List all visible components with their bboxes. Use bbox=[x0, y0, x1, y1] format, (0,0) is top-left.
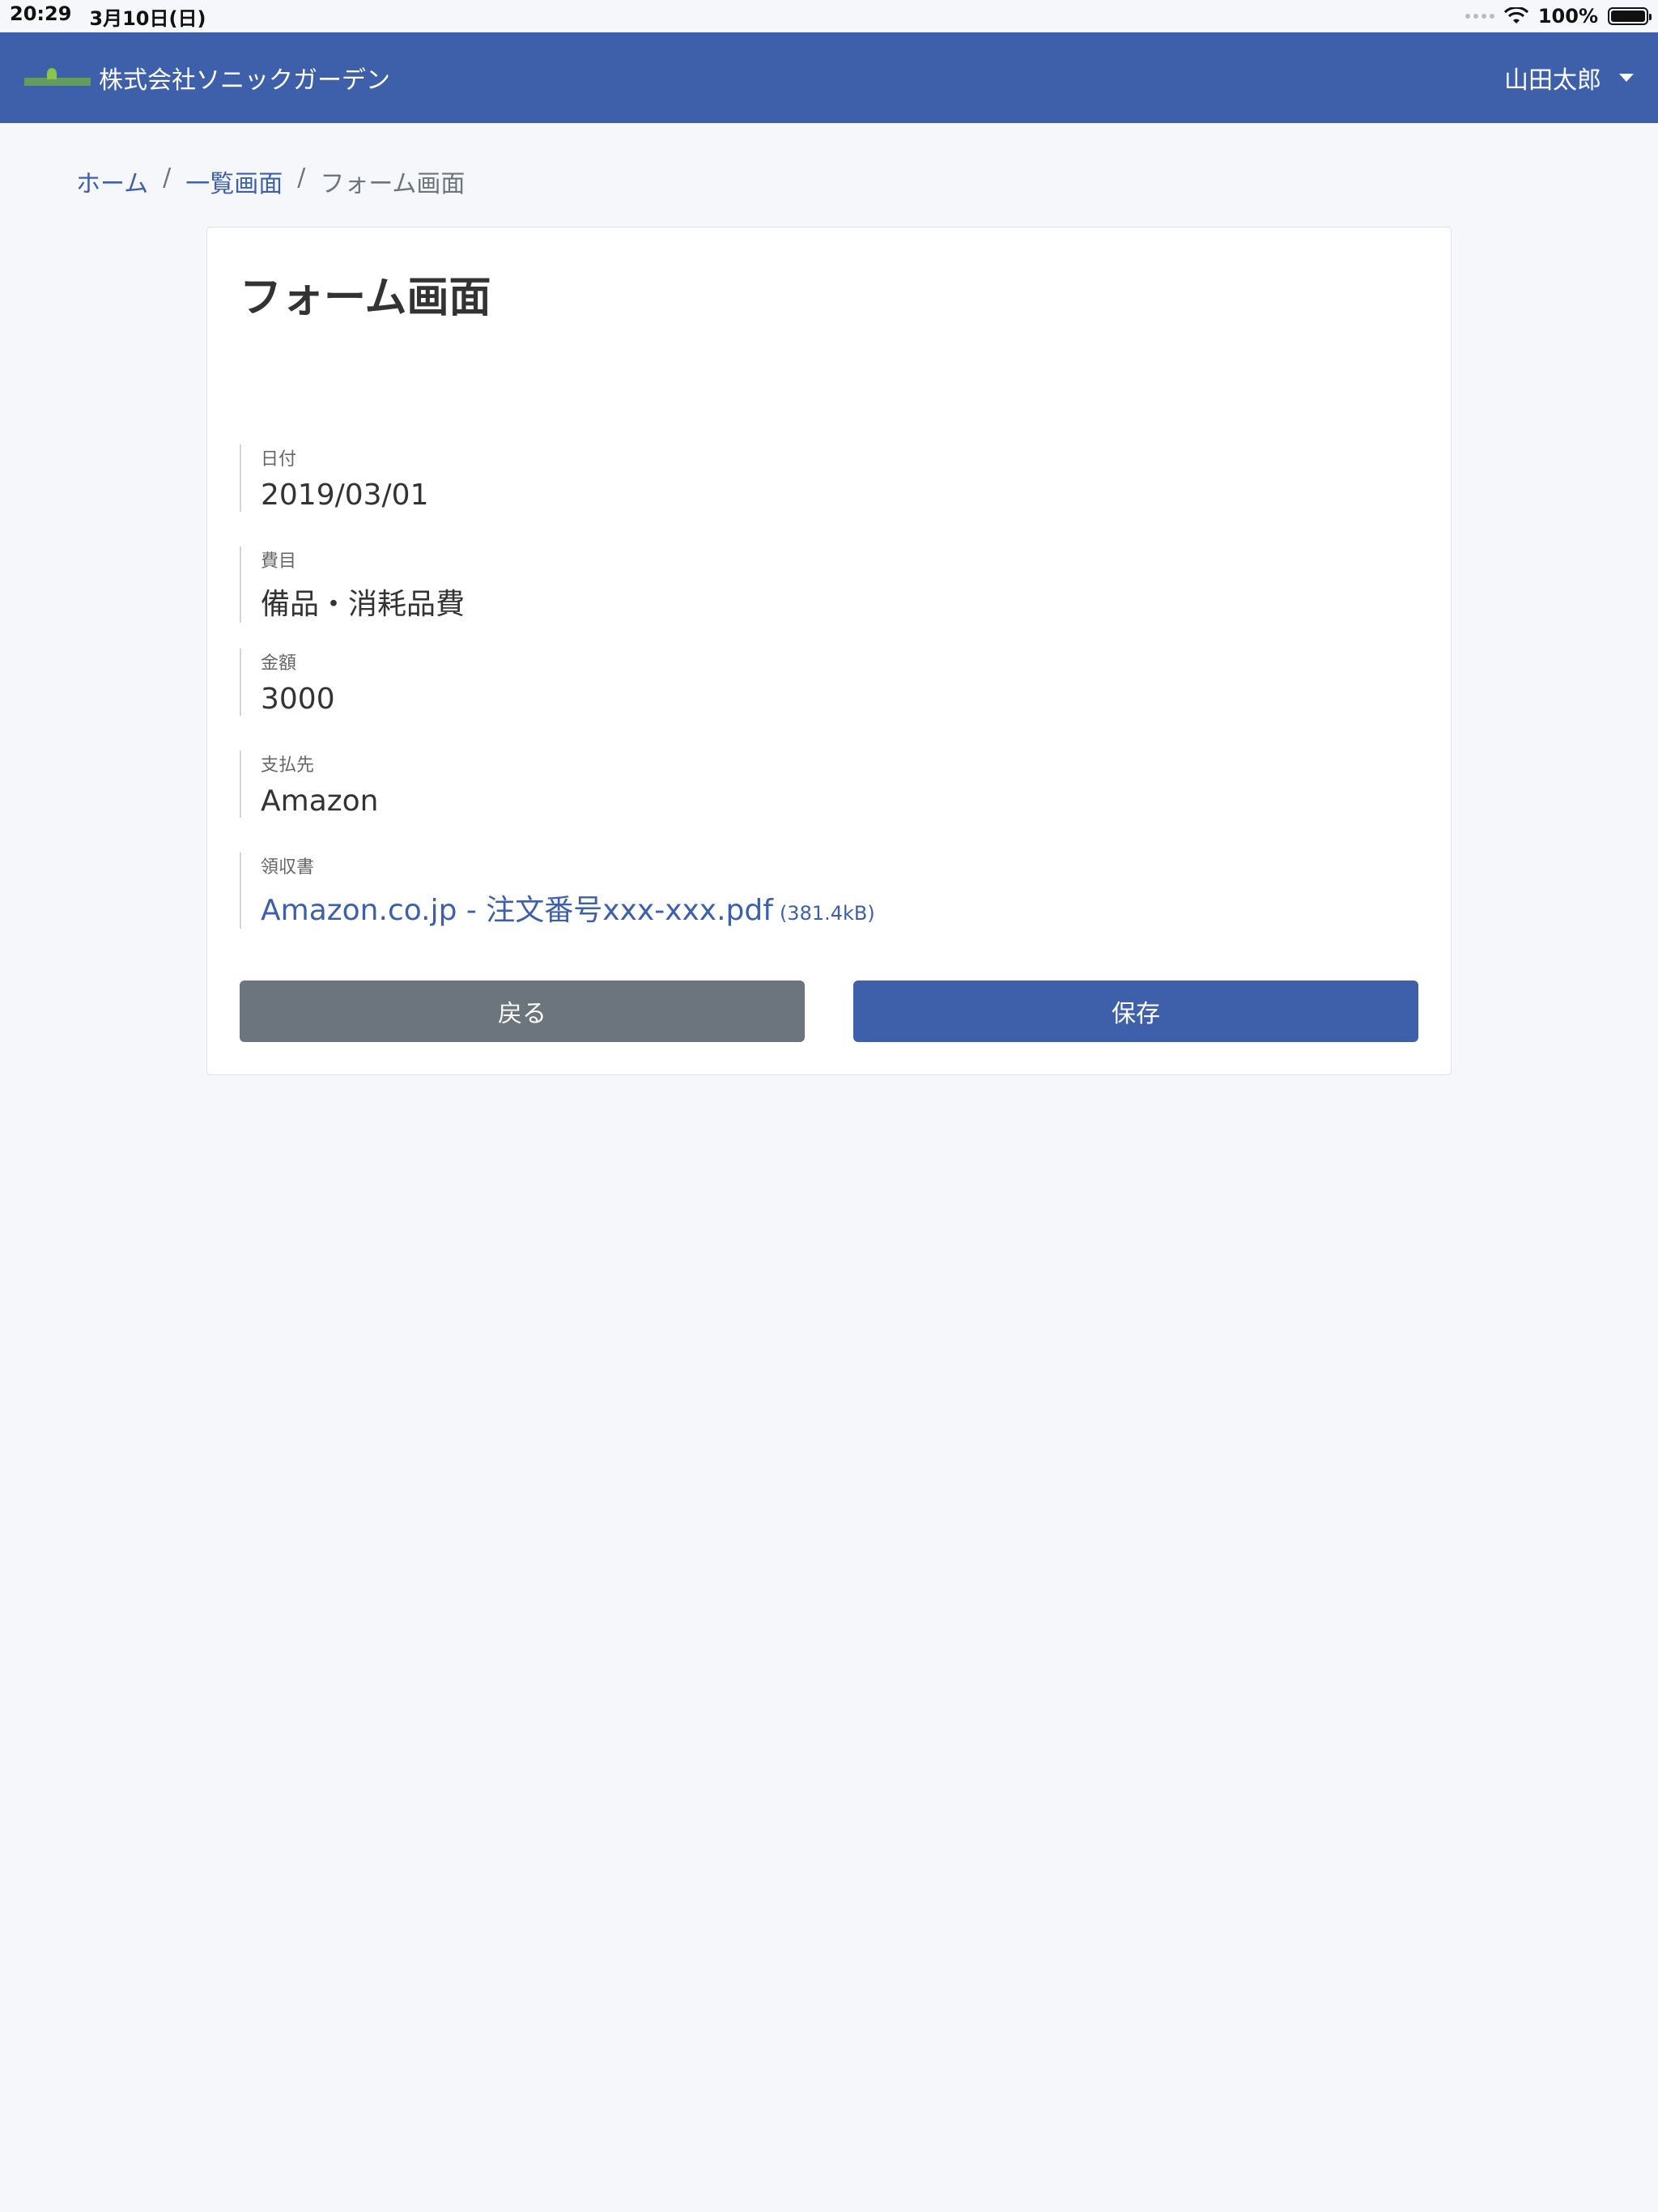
field-amount: 金額 3000 bbox=[240, 649, 1049, 716]
status-date: 3月10日(日) bbox=[89, 6, 206, 30]
field-label: 費目 bbox=[261, 551, 297, 572]
signal-icon bbox=[1465, 14, 1494, 19]
breadcrumb-list[interactable]: 一覧画面 bbox=[185, 164, 283, 199]
wifi-icon bbox=[1503, 7, 1528, 23]
field-payee: 支払先 Amazon bbox=[240, 751, 1049, 818]
status-time: 20:29 bbox=[10, 2, 72, 25]
battery-icon bbox=[1608, 7, 1652, 25]
field-label: 支払先 bbox=[261, 755, 315, 776]
status-bar: 20:29 3月10日(日) 100% bbox=[0, 0, 1658, 32]
breadcrumb-home[interactable]: ホーム bbox=[76, 164, 148, 199]
field-value: 3000 bbox=[261, 683, 335, 716]
field-label: 領収書 bbox=[261, 857, 315, 878]
brand-name: 株式会社ソニックガーデン bbox=[99, 66, 390, 95]
field-value: Amazon.co.jp - 注文番号xxx-xxx.pdf (381.4kB) bbox=[261, 887, 1049, 929]
form-card: フォーム画面 日付 2019/03/01 費目 備品・消耗品費 金額 3000 … bbox=[206, 227, 1452, 1075]
brand[interactable]: 株式会社ソニックガーデン bbox=[24, 60, 390, 96]
navbar: 株式会社ソニックガーデン 山田太郎 bbox=[0, 32, 1658, 123]
status-left: 20:29 3月10日(日) bbox=[10, 2, 206, 31]
brand-logo bbox=[24, 66, 91, 89]
field-receipt: 領収書 Amazon.co.jp - 注文番号xxx-xxx.pdf (381.4… bbox=[240, 853, 1049, 929]
breadcrumb-separator: / bbox=[163, 164, 172, 192]
breadcrumb-current: フォーム画面 bbox=[320, 170, 466, 198]
caret-down-icon bbox=[1619, 74, 1634, 82]
field-value: 備品・消耗品費 bbox=[261, 588, 466, 621]
field-date: 日付 2019/03/01 bbox=[240, 445, 1049, 512]
breadcrumb: ホーム / 一覧画面 / フォーム画面 bbox=[76, 164, 465, 199]
save-button[interactable]: 保存 bbox=[853, 981, 1418, 1042]
page-title: フォーム画面 bbox=[240, 274, 491, 322]
breadcrumb-separator: / bbox=[297, 164, 306, 192]
user-name: 山田太郎 bbox=[1504, 66, 1601, 95]
status-right: 100% bbox=[1465, 5, 1652, 28]
field-category: 費目 備品・消耗品費 bbox=[240, 547, 1049, 623]
battery-percent: 100% bbox=[1537, 5, 1598, 28]
receipt-file-link[interactable]: Amazon.co.jp - 注文番号xxx-xxx.pdf bbox=[261, 894, 773, 927]
back-button[interactable]: 戻る bbox=[240, 981, 805, 1042]
field-value: 2019/03/01 bbox=[261, 479, 429, 512]
field-label: 日付 bbox=[261, 449, 297, 470]
user-menu-dropdown[interactable]: 山田太郎 bbox=[1504, 60, 1634, 96]
field-label: 金額 bbox=[261, 653, 297, 674]
receipt-file-size: (381.4kB) bbox=[779, 902, 875, 925]
field-value: Amazon bbox=[261, 785, 379, 818]
